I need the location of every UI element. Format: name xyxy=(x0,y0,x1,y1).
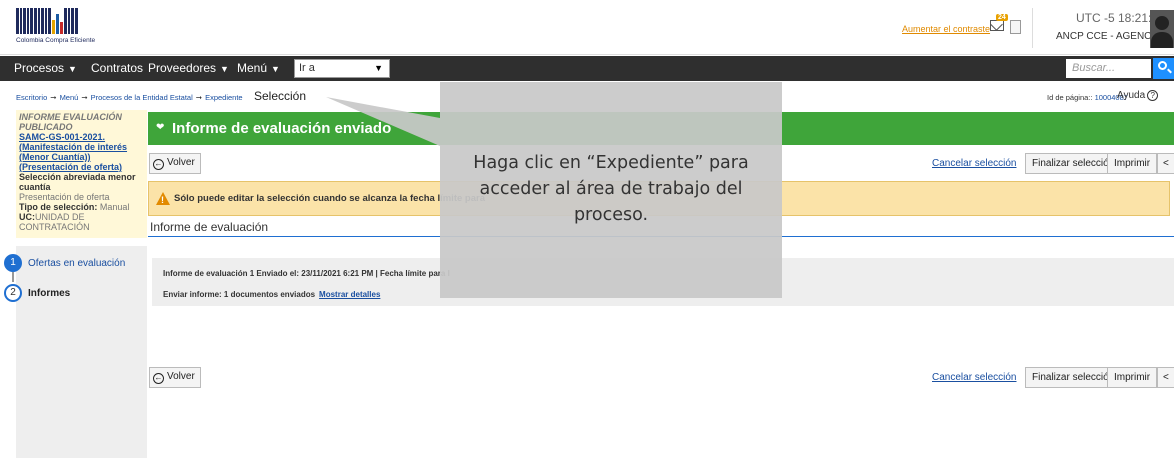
process-summary: INFORME EVALUACIÓN PUBLICADO SAMC-GS-001… xyxy=(16,110,147,238)
arrow-right-icon: ➞ xyxy=(195,93,203,102)
cancel-selection-link-top[interactable]: Cancelar selección xyxy=(932,158,1017,169)
back-button-bottom[interactable]: ← Volver xyxy=(149,367,201,388)
breadcrumb-menu[interactable]: Menú xyxy=(60,93,79,102)
process-reference-link[interactable]: SAMC-GS-001-2021. (Manifestación de inte… xyxy=(19,132,144,172)
search-button[interactable] xyxy=(1153,58,1174,79)
section-title: Informe de evaluación xyxy=(150,220,269,234)
arrow-right-icon: ➞ xyxy=(81,93,88,102)
breadcrumb-expediente[interactable]: Expediente xyxy=(205,93,243,102)
step-number: 1 xyxy=(4,254,22,272)
user-label: ANCP CCE - AGENCI... xyxy=(1056,31,1163,42)
increase-contrast-link[interactable]: Aumentar el contraste xyxy=(902,24,990,34)
warning-icon: ! xyxy=(156,192,170,205)
step-label: Informes xyxy=(28,287,71,299)
header-divider xyxy=(1032,8,1033,48)
process-modality: Selección abreviada menor cuantía xyxy=(19,172,136,192)
breadcrumb-escritorio[interactable]: Escritorio xyxy=(16,93,47,102)
back-arrow-icon: ← xyxy=(153,159,164,170)
process-status: INFORME EVALUACIÓN PUBLICADO xyxy=(19,112,122,132)
step-number: 2 xyxy=(4,284,22,302)
logo-barcode-icon xyxy=(16,6,94,34)
status-icon: ❤ xyxy=(156,122,165,133)
document-icon[interactable] xyxy=(1010,20,1021,34)
goto-select[interactable]: Ir a ▼ xyxy=(294,59,390,78)
print-button-top[interactable]: Imprimir xyxy=(1107,153,1158,174)
print-button-bottom[interactable]: Imprimir xyxy=(1107,367,1158,388)
more-button-bottom[interactable]: < xyxy=(1157,367,1174,388)
nav-proveedores[interactable]: Proveedores ▼ xyxy=(148,61,229,75)
back-arrow-icon: ← xyxy=(153,373,164,384)
nav-menu[interactable]: Menú ▼ xyxy=(237,61,280,75)
cancel-selection-link-bottom[interactable]: Cancelar selección xyxy=(932,372,1017,383)
search-icon xyxy=(1158,61,1167,70)
breadcrumb-procesos[interactable]: Procesos de la Entidad Estatal xyxy=(91,93,193,102)
logo[interactable]: Colombia Compra Eficiente xyxy=(16,6,96,48)
step-ofertas[interactable]: 1 Ofertas en evaluación xyxy=(4,254,125,272)
avatar[interactable] xyxy=(1150,10,1174,48)
tooltip-text: Haga clic en “Expediente” para acceder a… xyxy=(473,153,749,225)
page-title: Informe de evaluación enviado xyxy=(172,120,392,137)
notification-badge: 24 xyxy=(996,14,1008,21)
show-details-link[interactable]: Mostrar detalles xyxy=(319,290,380,299)
process-phase: Presentación de oferta xyxy=(19,192,110,202)
more-button-top[interactable]: < xyxy=(1157,153,1174,174)
dropdown-arrow-icon: ▼ xyxy=(374,63,383,73)
page-id: Id de página:: 10004087 xyxy=(1047,93,1128,102)
step-label: Ofertas en evaluación xyxy=(28,257,126,269)
arrow-right-icon: ➞ xyxy=(50,93,57,102)
help-link[interactable]: Ayuda? xyxy=(1117,90,1159,101)
help-icon: ? xyxy=(1147,90,1159,101)
warning-text: Sólo puede editar la selección cuando se… xyxy=(174,193,485,204)
chevron-down-icon: ▼ xyxy=(271,64,280,74)
breadcrumb-current: Selección xyxy=(254,89,307,103)
step-connector xyxy=(12,272,14,282)
nav-contratos[interactable]: Contratos xyxy=(91,61,143,75)
report-summary: Informe de evaluación 1 Enviado el: 23/1… xyxy=(163,269,450,278)
nav-procesos[interactable]: Procesos ▼ xyxy=(14,61,77,75)
step-informes[interactable]: 2 Informes xyxy=(4,284,70,302)
chevron-down-icon: ▼ xyxy=(220,64,229,74)
breadcrumb: Escritorio ➞ Menú ➞ Procesos de la Entidad E… xyxy=(16,93,243,102)
instruction-tooltip: Haga clic en “Expediente” para acceder a… xyxy=(440,82,782,298)
mail-icon[interactable] xyxy=(990,20,1004,31)
top-header: Colombia Compra Eficiente Aumentar el co… xyxy=(0,0,1174,55)
selection-type: Tipo de selección: Manual xyxy=(19,202,130,212)
contracting-unit: UC:UNIDAD DE CONTRATACIÓN xyxy=(19,212,90,232)
chevron-down-icon: ▼ xyxy=(68,64,77,74)
report-sent-line: Enviar informe: 1 documentos enviados Mos… xyxy=(163,290,381,299)
steps-panel xyxy=(16,246,147,458)
search-input[interactable]: Buscar... xyxy=(1066,59,1151,78)
main-navbar: Procesos ▼ Contratos Proveedores ▼ Menú ▼ I… xyxy=(0,56,1174,81)
logo-text: Colombia Compra Eficiente xyxy=(16,37,96,44)
back-button-top[interactable]: ← Volver xyxy=(149,153,201,174)
